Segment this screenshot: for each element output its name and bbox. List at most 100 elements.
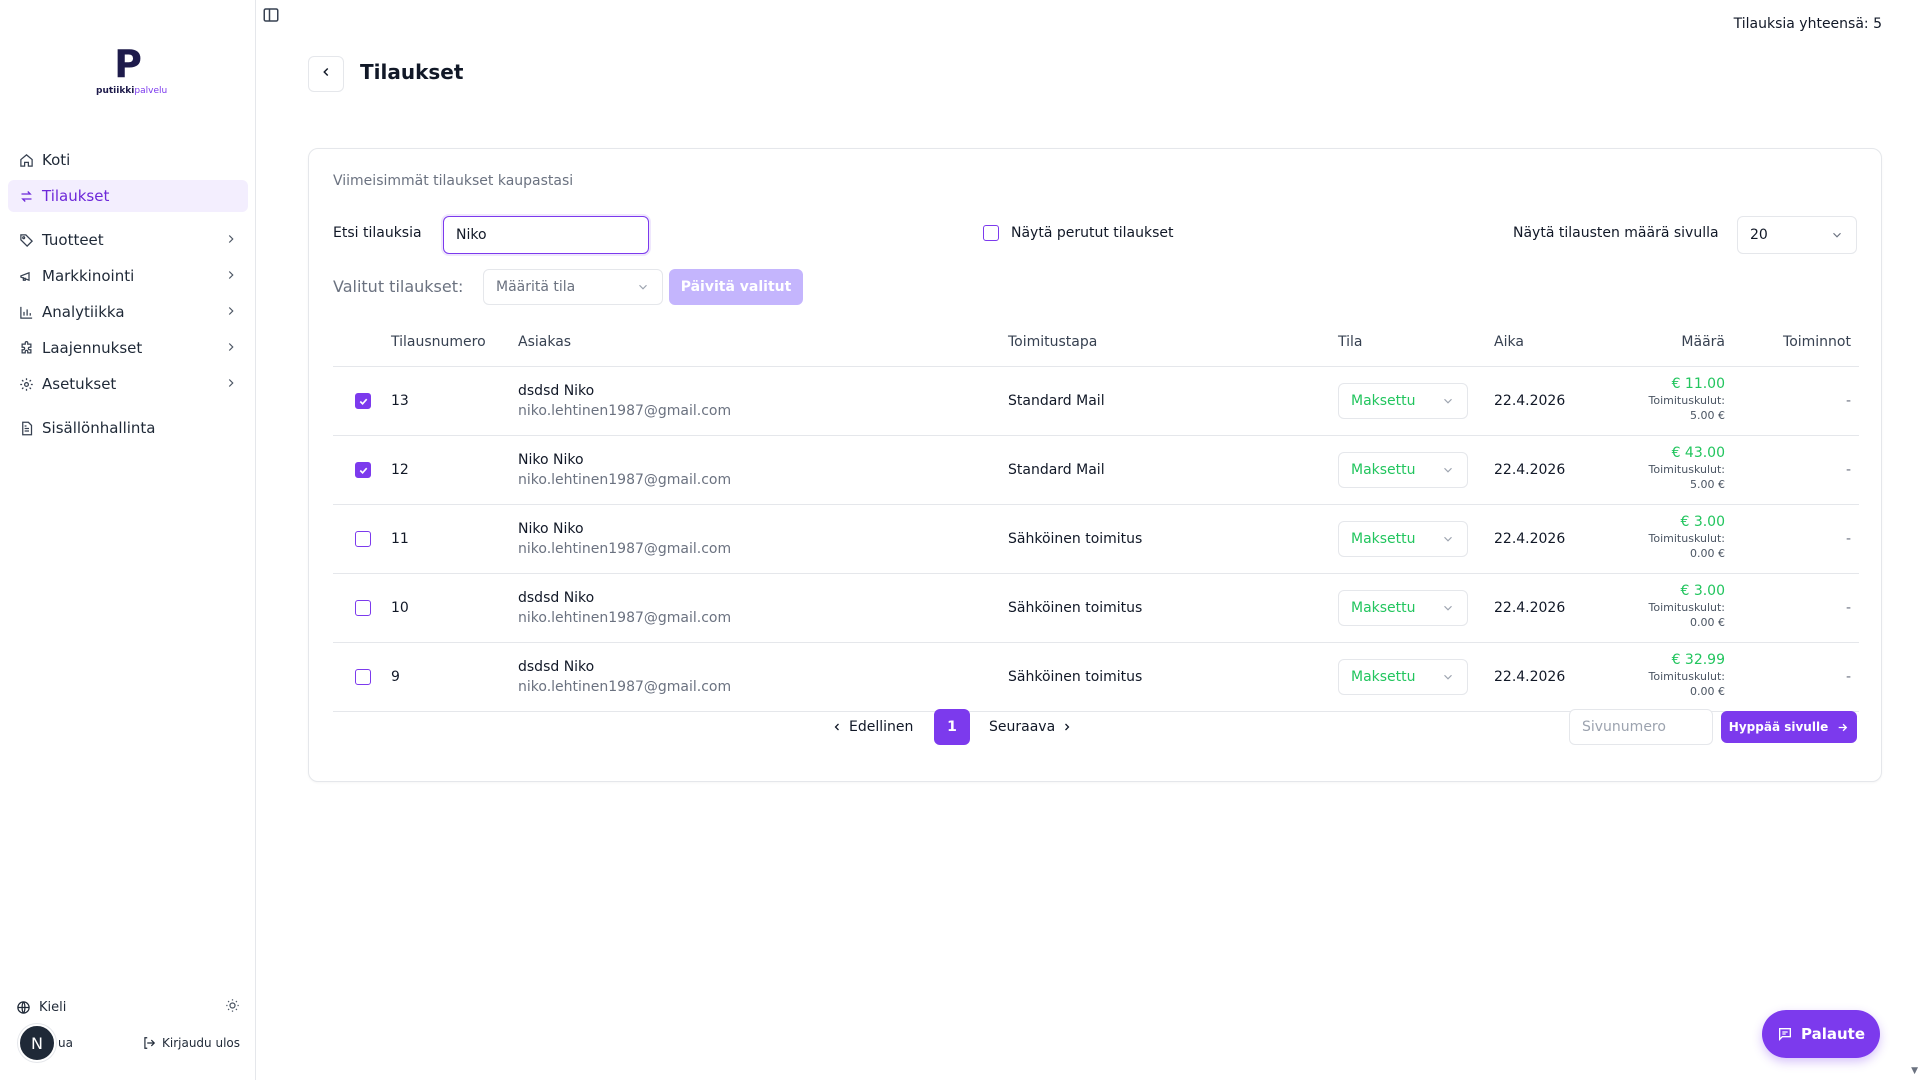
table-row[interactable]: 11 Niko Niko niko.lehtinen1987@gmail.com Sä… (333, 505, 1859, 574)
order-status-value: Maksettu (1351, 669, 1416, 685)
home-icon (18, 152, 34, 168)
order-status-select[interactable]: Maksettu (1338, 590, 1468, 626)
page-number-button[interactable]: 1 (934, 709, 970, 745)
order-number: 9 (391, 669, 400, 685)
customer-name: Niko Niko (518, 521, 584, 537)
per-page-value: 20 (1750, 227, 1768, 243)
amount-cell: € 32.99 Toimituskulut: 0.00 € (1649, 651, 1725, 699)
show-cancelled-checkbox[interactable] (983, 225, 999, 241)
header-state[interactable]: Tila (1338, 334, 1362, 350)
shipping-cost: 0.00 € (1690, 547, 1725, 560)
selected-orders-label: Valitut tilaukset: (333, 277, 464, 296)
sidebar-footer: Kieli N ua Kirjaudu ulos (0, 990, 256, 1080)
header-number[interactable]: Tilausnumero (391, 334, 486, 350)
order-status-select[interactable]: Maksettu (1338, 521, 1468, 557)
sidebar-item-label: Asetukset (42, 375, 117, 393)
order-date: 22.4.2026 (1494, 531, 1566, 547)
feedback-button[interactable]: Palaute (1762, 1010, 1880, 1058)
sidebar-item-markkinointi[interactable]: Markkinointi (8, 260, 248, 292)
language-label: Kieli (39, 1000, 67, 1015)
chevron-left-icon (831, 721, 843, 733)
sidebar-item-label: Laajennukset (42, 339, 143, 357)
sidebar-item-asetukset[interactable]: Asetukset (8, 368, 248, 400)
bar-chart-icon (18, 304, 34, 320)
page-number-input[interactable] (1569, 709, 1713, 745)
update-selected-button[interactable]: Päivitä valitut (669, 269, 803, 305)
logo-text-dark: putiikki (96, 86, 135, 96)
scroll-down-arrow[interactable]: ▼ (1911, 1066, 1918, 1076)
sidebar-toggle-button[interactable] (262, 6, 280, 28)
avatar[interactable]: N (18, 1024, 56, 1062)
jump-to-page-label: Hyppää sivulle (1728, 720, 1829, 734)
table-body: 13 dsdsd Niko niko.lehtinen1987@gmail.com S… (333, 367, 1859, 712)
per-page-select[interactable]: 20 (1737, 216, 1857, 254)
chevron-right-icon (224, 340, 238, 358)
table-row[interactable]: 13 dsdsd Niko niko.lehtinen1987@gmail.com S… (333, 367, 1859, 436)
header-time[interactable]: Aika (1494, 334, 1524, 350)
sidebar-item-laajennukset[interactable]: Laajennukset (8, 332, 248, 364)
search-label: Etsi tilauksia (333, 225, 422, 241)
logo-text: putiikkipalvelu (96, 86, 167, 97)
sidebar-item-label: Sisällönhallinta (42, 419, 156, 437)
theme-toggle-button[interactable] (225, 998, 240, 1017)
sidebar-item-tuotteet[interactable]: Tuotteet (8, 224, 248, 256)
customer-cell: dsdsd Niko niko.lehtinen1987@gmail.com (518, 381, 731, 421)
table-header: Tilausnumero Asiakas Toimitustapa Tila A… (333, 319, 1859, 367)
table-row[interactable]: 12 Niko Niko niko.lehtinen1987@gmail.com St… (333, 436, 1859, 505)
logout-label: Kirjaudu ulos (162, 1036, 240, 1050)
arrow-right-icon (1836, 721, 1849, 734)
jump-to-page-button[interactable]: Hyppää sivulle (1721, 711, 1857, 743)
megaphone-icon (18, 268, 34, 284)
customer-cell: dsdsd Niko niko.lehtinen1987@gmail.com (518, 657, 731, 697)
help-label-partial[interactable]: ua (58, 1036, 73, 1050)
amount-cell: € 43.00 Toimituskulut: 5.00 € (1649, 444, 1725, 492)
table-row[interactable]: 9 dsdsd Niko niko.lehtinen1987@gmail.com Sä… (333, 643, 1859, 712)
shipping-cost-label: Toimituskulut: (1648, 394, 1725, 407)
shipping-cost: 0.00 € (1690, 685, 1725, 698)
panel-icon (262, 8, 280, 28)
order-number: 11 (391, 531, 409, 547)
sidebar-item-koti[interactable]: Koti (8, 144, 248, 176)
header-customer[interactable]: Asiakas (518, 334, 571, 350)
row-select-checkbox[interactable] (355, 393, 371, 409)
row-actions: - (1845, 531, 1851, 547)
order-status-value: Maksettu (1351, 531, 1416, 547)
card-subtitle: Viimeisimmät tilaukset kaupastasi (333, 173, 574, 189)
logout-button[interactable]: Kirjaudu ulos (142, 1036, 240, 1050)
row-select-checkbox[interactable] (355, 600, 371, 616)
order-status-select[interactable]: Maksettu (1338, 452, 1468, 488)
row-select-checkbox[interactable] (355, 669, 371, 685)
header-amount[interactable]: Määrä (1681, 334, 1725, 350)
row-select-checkbox[interactable] (355, 462, 371, 478)
order-status-select[interactable]: Maksettu (1338, 383, 1468, 419)
bulk-status-select[interactable]: Määritä tila (483, 269, 663, 305)
search-input[interactable] (443, 216, 649, 254)
show-cancelled-toggle[interactable]: Näytä perutut tilaukset (983, 225, 1174, 241)
table-row[interactable]: 10 dsdsd Niko niko.lehtinen1987@gmail.com S… (333, 574, 1859, 643)
order-amount: € 3.00 (1680, 583, 1725, 599)
amount-cell: € 3.00 Toimituskulut: 0.00 € (1649, 513, 1725, 561)
amount-cell: € 3.00 Toimituskulut: 0.00 € (1649, 582, 1725, 630)
sidebar-item-analytiikka[interactable]: Analytiikka (8, 296, 248, 328)
prev-page-label: Edellinen (849, 719, 914, 735)
shipping-method: Standard Mail (1008, 462, 1105, 478)
shipping-cost-label: Toimituskulut: (1648, 601, 1725, 614)
order-status-select[interactable]: Maksettu (1338, 659, 1468, 695)
orders-total-count: Tilauksia yhteensä: 5 (1733, 16, 1882, 32)
header-shipping[interactable]: Toimitustapa (1008, 334, 1097, 350)
chevron-down-icon (1441, 394, 1455, 412)
sidebar-item-sisallonhallinta[interactable]: Sisällönhallinta (8, 412, 248, 444)
order-date: 22.4.2026 (1494, 393, 1566, 409)
sidebar-item-tilaukset[interactable]: Tilaukset (8, 180, 248, 212)
row-select-checkbox[interactable] (355, 531, 371, 547)
next-page-button[interactable]: Seuraava (989, 719, 1073, 735)
back-button[interactable] (308, 56, 344, 92)
prev-page-button[interactable]: Edellinen (831, 719, 913, 735)
row-actions: - (1845, 669, 1851, 685)
order-amount: € 3.00 (1680, 514, 1725, 530)
logo[interactable]: P putiikkipalvelu (96, 42, 167, 102)
customer-name: dsdsd Niko (518, 590, 595, 606)
next-page-label: Seuraava (989, 719, 1056, 735)
sidebar-nav: Koti Tilaukset Tuotteet Markkinointi Ana… (8, 144, 248, 448)
language-selector[interactable]: Kieli (16, 1000, 66, 1015)
